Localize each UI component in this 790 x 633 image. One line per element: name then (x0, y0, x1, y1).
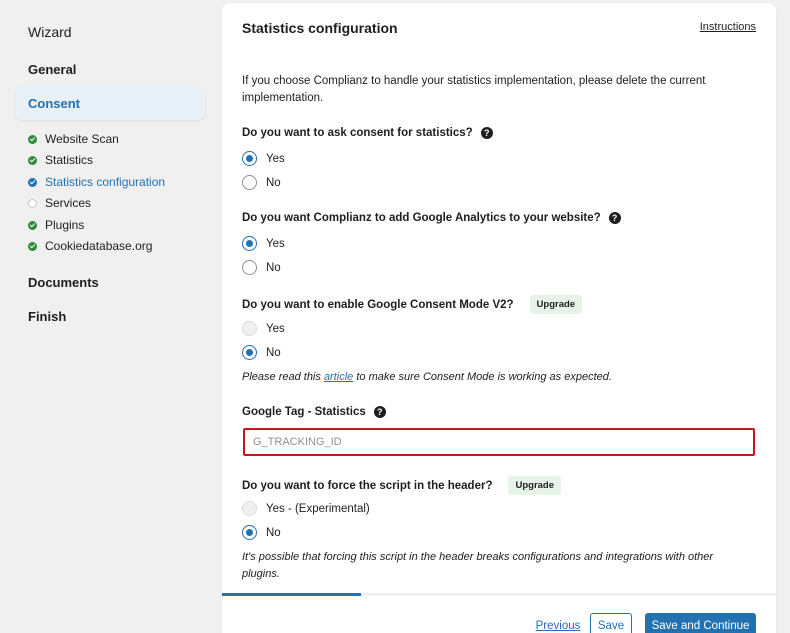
note-text: Please read this (242, 371, 324, 383)
radio-label: No (266, 176, 281, 189)
radio-disabled-icon[interactable] (242, 321, 257, 336)
radio-label: Yes (266, 237, 285, 250)
radio-label: No (266, 346, 281, 359)
note-text: to make sure Consent Mode is working as … (353, 371, 612, 383)
radio-label: Yes - (Experimental) (266, 502, 370, 515)
step-statistics-configuration[interactable]: Statistics configuration (28, 175, 165, 189)
step-pending-icon (28, 198, 37, 208)
nav-section-finish[interactable]: Finish (28, 309, 66, 324)
step-done-icon (28, 241, 37, 251)
article-link[interactable]: article (324, 371, 353, 383)
radio-checked-icon[interactable] (242, 525, 257, 540)
question-label: Do you want to ask consent for statistic… (242, 127, 473, 139)
upgrade-badge[interactable]: Upgrade (508, 476, 562, 495)
radio-checked-icon[interactable] (242, 345, 257, 360)
nav-section-documents[interactable]: Documents (28, 275, 99, 290)
wizard-sidebar: Wizard General Consent Website Scan Stat… (0, 0, 210, 633)
question-google-tag: Google Tag - Statistics ? (242, 406, 386, 418)
question-label: Do you want to force the script in the h… (242, 479, 493, 492)
radio-label: Yes (266, 322, 285, 335)
google-tag-input[interactable] (243, 428, 755, 456)
radio-force-script-yes[interactable]: Yes - (Experimental) (242, 501, 370, 516)
step-services[interactable]: Services (28, 196, 91, 210)
force-script-note: It's possible that forcing this script i… (242, 551, 714, 580)
settings-card: Statistics configuration Instructions If… (222, 3, 776, 633)
radio-unchecked-icon[interactable] (242, 175, 257, 190)
question-ask-consent: Do you want to ask consent for statistic… (242, 127, 493, 139)
step-done-icon (28, 220, 37, 230)
step-cookiedatabase[interactable]: Cookiedatabase.org (28, 239, 152, 253)
wizard-progress-bar (222, 593, 776, 596)
help-icon[interactable]: ? (480, 127, 493, 139)
help-icon[interactable]: ? (373, 406, 386, 418)
radio-checked-icon[interactable] (242, 236, 257, 251)
radio-label: No (266, 261, 281, 274)
step-done-icon (28, 134, 37, 144)
question-force-script-header: Do you want to force the script in the h… (242, 476, 562, 495)
radio-ask-consent-yes[interactable]: Yes (242, 151, 285, 166)
instructions-link[interactable]: Instructions (700, 21, 756, 33)
step-label: Website Scan (45, 132, 119, 146)
step-label: Statistics configuration (45, 175, 166, 189)
step-website-scan[interactable]: Website Scan (28, 132, 119, 146)
radio-consent-mode-no[interactable]: No (242, 345, 281, 360)
intro-text: If you choose Complianz to handle your s… (242, 75, 706, 104)
step-label: Cookiedatabase.org (45, 239, 153, 253)
step-label: Statistics (45, 153, 94, 167)
radio-add-ga-no[interactable]: No (242, 260, 281, 275)
nav-section-general[interactable]: General (28, 62, 76, 77)
step-label: Plugins (45, 218, 85, 232)
step-done-icon (28, 155, 37, 165)
radio-label: No (266, 526, 281, 539)
wizard-progress-fill (222, 593, 361, 596)
radio-ask-consent-no[interactable]: No (242, 175, 281, 190)
radio-label: Yes (266, 152, 285, 165)
radio-consent-mode-yes[interactable]: Yes (242, 321, 285, 336)
upgrade-badge[interactable]: Upgrade (529, 295, 583, 314)
step-plugins[interactable]: Plugins (28, 218, 84, 232)
question-add-google-analytics: Do you want Complianz to add Google Anal… (242, 212, 621, 224)
step-statistics[interactable]: Statistics (28, 153, 93, 167)
page-title: Statistics configuration (242, 20, 398, 36)
wizard-title: Wizard (28, 24, 72, 40)
radio-add-ga-yes[interactable]: Yes (242, 236, 285, 251)
question-label: Google Tag - Statistics (242, 406, 366, 418)
question-label: Do you want to enable Google Consent Mod… (242, 298, 514, 311)
question-label: Do you want Complianz to add Google Anal… (242, 212, 601, 224)
consent-mode-note: Please read this article to make sure Co… (242, 369, 752, 386)
save-button[interactable]: Save (590, 613, 632, 633)
radio-unchecked-icon[interactable] (242, 260, 257, 275)
step-current-icon (28, 177, 37, 187)
save-and-continue-button[interactable]: Save and Continue (645, 613, 756, 633)
step-label: Services (45, 196, 92, 210)
question-consent-mode: Do you want to enable Google Consent Mod… (242, 295, 583, 314)
radio-checked-icon[interactable] (242, 151, 257, 166)
radio-disabled-icon[interactable] (242, 501, 257, 516)
previous-button[interactable]: Previous (534, 613, 582, 633)
radio-force-script-no[interactable]: No (242, 525, 281, 540)
nav-section-consent[interactable]: Consent (15, 86, 205, 120)
help-icon[interactable]: ? (608, 212, 621, 224)
